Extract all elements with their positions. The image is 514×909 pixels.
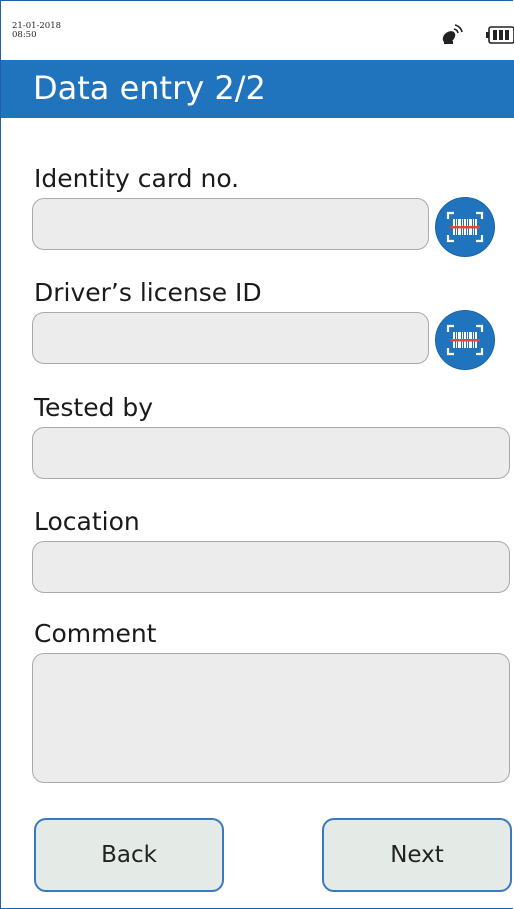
comment-label: Comment [34,619,157,648]
page-title: Data entry 2/2 [33,69,266,107]
location-label: Location [34,507,140,536]
status-bar: 21-01-2018 08:50 [0,0,514,58]
next-button[interactable]: Next [322,818,512,892]
location-field[interactable] [32,541,510,593]
tested-by-label: Tested by [34,393,154,422]
drivers-license-field[interactable] [32,312,429,364]
page-header: Data entry 2/2 [1,60,514,118]
drivers-license-scan-button[interactable] [436,311,494,369]
barcode-scan-icon [446,211,484,243]
identity-card-scan-button[interactable] [436,198,494,256]
battery-icon [486,26,514,44]
back-button[interactable]: Back [34,818,224,892]
satellite-icon [442,24,463,44]
date-time: 21-01-2018 08:50 [12,22,61,40]
comment-field[interactable] [32,653,510,783]
identity-card-label: Identity card no. [34,164,240,193]
drivers-license-label: Driver’s license ID [34,278,262,307]
tested-by-field[interactable] [32,427,510,479]
identity-card-field[interactable] [32,198,429,250]
barcode-scan-icon [446,324,484,356]
status-time: 08:50 [12,30,37,40]
